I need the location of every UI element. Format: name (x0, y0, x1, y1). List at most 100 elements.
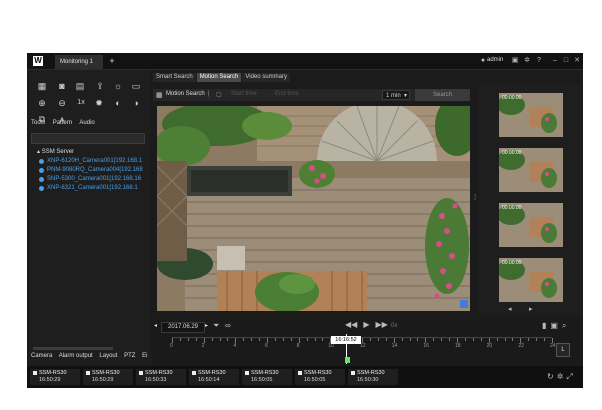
timeline-tick (433, 338, 435, 341)
grid-icon[interactable]: ▦ (37, 81, 47, 91)
search-button[interactable]: Search (415, 89, 470, 101)
tree-camera[interactable]: PNM-9080RQ_Camera004[192.168 (31, 166, 149, 175)
duration-select[interactable]: 1 min ▾ (382, 90, 410, 100)
tab-tools[interactable]: Tools (31, 120, 45, 126)
timeline-tick (472, 338, 474, 341)
add-tab-button[interactable]: + (107, 56, 117, 66)
zoom-in-icon[interactable]: ⊕ (37, 98, 47, 108)
help-icon[interactable]: ? (535, 57, 543, 65)
search-icon[interactable]: ⌕ (562, 321, 566, 330)
timeline-tick (227, 338, 229, 341)
device-search-input[interactable] (31, 133, 145, 144)
minimize-icon[interactable]: – (551, 57, 559, 65)
timeline-tick (259, 338, 261, 341)
user-name[interactable]: admin (487, 57, 503, 63)
bulb-icon[interactable]: ☼ (113, 81, 123, 91)
gear-icon[interactable]: ✲ (523, 57, 531, 65)
date-field[interactable]: 2017.06.29 (161, 322, 205, 333)
thumbnail[interactable]: 00:00:00 (497, 203, 563, 247)
camera-status-chip[interactable]: SSM-RS30 16:50:05 (295, 369, 345, 385)
timeline-tick (528, 338, 530, 341)
timeline-hour-label: 16 (423, 343, 429, 349)
expand-icon[interactable]: ⤢ (566, 372, 572, 381)
tab-layout[interactable]: Layout (99, 353, 117, 359)
print-icon[interactable]: ▤ (75, 81, 85, 91)
camera-chip-icon (298, 371, 302, 375)
camera-chip-icon (245, 371, 249, 375)
playhead-marker[interactable] (345, 357, 350, 363)
monitor-icon[interactable]: ▭ (131, 81, 141, 91)
zoom-out-icon[interactable]: ⊖ (57, 98, 67, 108)
fullscreen-icon[interactable] (460, 300, 468, 308)
timeline-tick (369, 338, 371, 341)
tree-server[interactable]: ▴ SSM Server (31, 148, 149, 157)
chevron-down-icon: ▾ (403, 93, 407, 99)
camera-chip-icon (192, 371, 196, 375)
prev-page-icon[interactable]: ◂ (508, 306, 512, 313)
timeline-hour-label: 4 (233, 343, 237, 349)
next-page-icon[interactable]: ▸ (529, 306, 533, 313)
camera-icon[interactable]: ◙ (57, 81, 67, 91)
motion-grid-icon[interactable]: ▦ (156, 92, 163, 99)
forward-icon[interactable]: ▶▶ (375, 320, 387, 329)
tab-ei[interactable]: Ei (142, 353, 147, 359)
tab-alarm-output[interactable]: Alarm output (59, 353, 93, 359)
tab-pattern[interactable]: Pattern (53, 120, 72, 126)
camera-status-chip[interactable]: SSM-RS30 16:50:30 (348, 369, 398, 385)
end-time-field[interactable]: End time (275, 91, 299, 97)
tab-video-summary[interactable]: Video summary (242, 73, 290, 82)
camera-status-chip[interactable]: SSM-RS30 16:50:14 (189, 369, 239, 385)
thumbnail[interactable]: 00:00:00 (497, 148, 563, 192)
status-icons: ↻ ✲ ⤢ (547, 372, 576, 382)
gear-icon[interactable]: ✲ (557, 372, 564, 381)
layout-l-button[interactable]: L (556, 343, 570, 357)
timeline-tick (464, 338, 466, 341)
timeline-tick (251, 338, 253, 341)
timeline-tick (409, 338, 411, 341)
tab-motion-search[interactable]: Motion Search (196, 73, 242, 82)
tab-monitoring-1[interactable]: Monitoring 1 (55, 55, 103, 69)
brightness-icon[interactable]: ✹ (94, 98, 104, 108)
start-time-field[interactable]: Start time (231, 91, 257, 97)
color-icon[interactable]: ◑ (131, 98, 141, 108)
thumbnail[interactable]: 00:00:00 (497, 258, 563, 302)
left-scrollbar[interactable] (33, 347, 113, 350)
link-icon[interactable]: ∞ (225, 321, 231, 330)
prev-date-icon[interactable]: ◂ (154, 322, 157, 329)
camera-status-chip[interactable]: SSM-RS30 16:50:29 (30, 369, 80, 385)
refresh-icon[interactable]: ↻ (547, 372, 554, 381)
tree-camera[interactable]: SNP-5300_Camera001[192.168.16 (31, 175, 149, 184)
close-icon[interactable]: ✕ (573, 57, 581, 65)
tab-audio[interactable]: Audio (79, 120, 94, 126)
next-date-icon[interactable]: ▸ (205, 322, 208, 329)
search-tabs: Smart Search Motion Search Video summary (153, 73, 291, 82)
speed-label[interactable]: 1x (74, 98, 88, 108)
export-icon[interactable]: ⇪ (95, 81, 105, 91)
tree-camera[interactable]: XNP-6120H_Camera001[192.168.1 (31, 157, 149, 166)
timeline-tick (243, 338, 245, 341)
maximize-icon[interactable]: □ (562, 57, 570, 65)
contrast-icon[interactable]: ◐ (113, 98, 123, 108)
tab-ptz[interactable]: PTZ (124, 353, 135, 359)
time-scale[interactable]: 0 2 4 6 8 10 12 14 16 18 20 22 24 (170, 337, 556, 358)
camera-status-chip[interactable]: SSM-RS30 16:50:33 (136, 369, 186, 385)
timeline-tick (322, 338, 324, 341)
rect-select-icon[interactable]: ▢ (216, 91, 222, 98)
timeline-hour-label: 14 (391, 343, 398, 349)
camera-status-chip[interactable]: SSM-RS30 16:50:05 (242, 369, 292, 385)
play-icon[interactable]: ▶ (363, 320, 369, 329)
thumbnail[interactable]: 00:00:00 (497, 93, 563, 137)
camera-status-chip[interactable]: SSM-RS30 16:50:29 (83, 369, 133, 385)
tab-camera[interactable]: Camera (31, 353, 52, 359)
filter-icon[interactable]: ⏷ (213, 321, 219, 331)
lock-icon[interactable]: ▣ (511, 57, 519, 65)
export-icon[interactable]: ▣ (550, 321, 558, 330)
video-view[interactable] (157, 106, 470, 311)
rewind-icon[interactable]: ◀◀ (345, 320, 357, 329)
tab-smart-search[interactable]: Smart Search (153, 73, 196, 82)
timeline-tick (179, 338, 181, 341)
panel-splitter-icon[interactable]: ⁞ (474, 193, 476, 202)
bookmark-icon[interactable]: ▮ (542, 321, 546, 330)
tree-camera[interactable]: XNP-6321_Camera001[192.168.1 (31, 184, 149, 193)
timeline-hour-label: 24 (550, 343, 556, 349)
